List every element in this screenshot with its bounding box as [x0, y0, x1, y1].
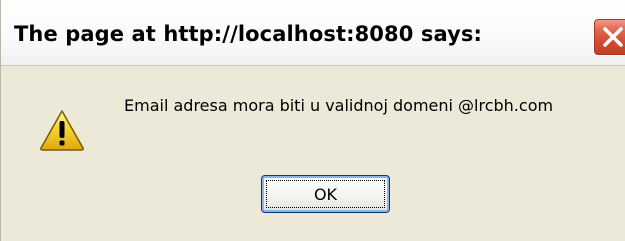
dialog-body: Email adresa mora biti u validnoj domeni… [1, 66, 625, 241]
close-button[interactable] [593, 18, 625, 56]
title-bar[interactable]: The page at http://localhost:8080 says: [1, 0, 625, 66]
ok-button-label: OK [313, 185, 338, 204]
dialog-title: The page at http://localhost:8080 says: [14, 22, 482, 46]
warning-icon [40, 110, 84, 151]
alert-dialog: The page at http://localhost:8080 says: … [0, 0, 625, 241]
ok-button[interactable]: OK [261, 175, 390, 213]
close-icon [603, 27, 623, 47]
alert-message: Email adresa mora biti u validnoj domeni… [124, 96, 554, 115]
